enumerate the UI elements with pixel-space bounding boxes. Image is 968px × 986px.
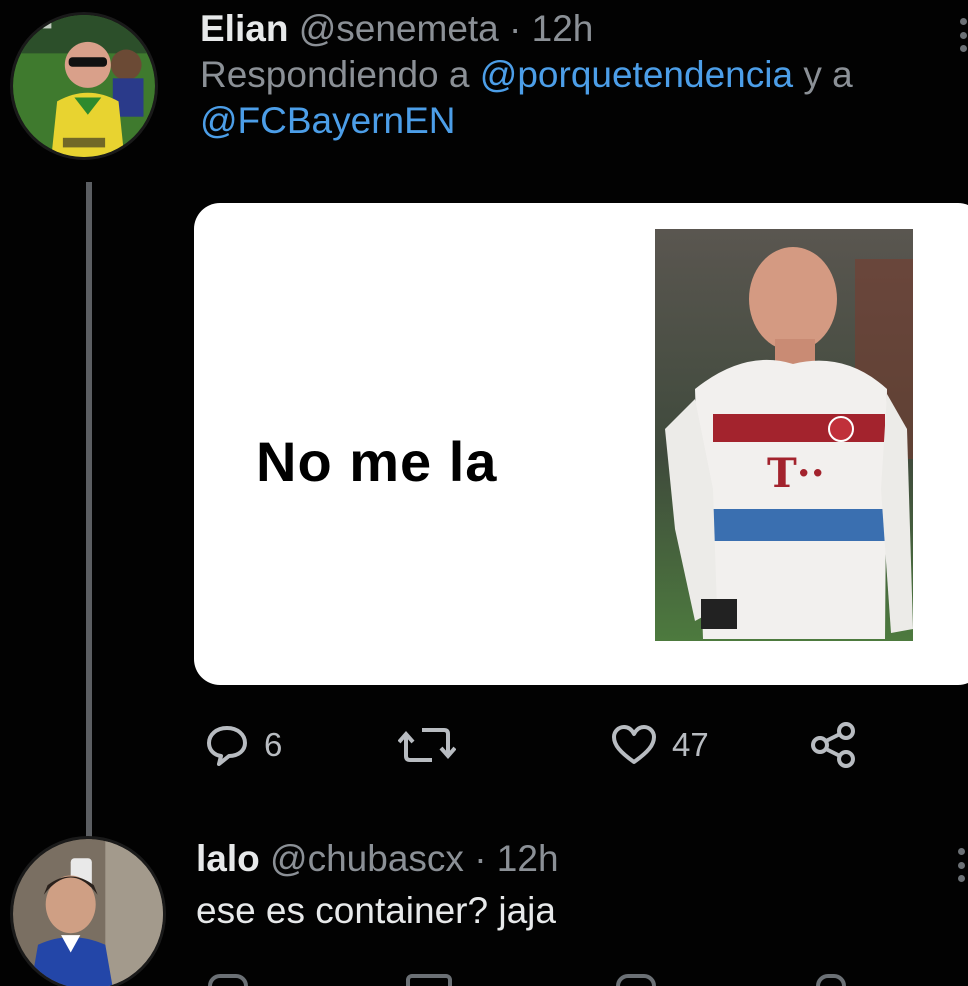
avatar-image bbox=[13, 839, 163, 986]
reply-tweet-text: ese es container? jaja bbox=[196, 890, 556, 931]
like-button[interactable]: 47 bbox=[610, 720, 709, 770]
like-icon bbox=[612, 725, 656, 764]
share-icon[interactable] bbox=[816, 974, 846, 986]
like-count: 47 bbox=[672, 726, 709, 763]
author-handle[interactable]: @chubascx bbox=[270, 838, 464, 879]
retweet-icon[interactable] bbox=[406, 974, 452, 986]
share-button[interactable] bbox=[810, 720, 858, 770]
jersey-mark: T·· bbox=[767, 450, 825, 497]
dot-separator: · bbox=[509, 8, 522, 49]
reply-connector: y a bbox=[803, 54, 853, 95]
author-avatar[interactable] bbox=[10, 12, 158, 160]
replying-to-line: Respondiendo a @porquetendencia y a bbox=[200, 52, 968, 98]
author-name[interactable]: Elian bbox=[200, 8, 288, 49]
dot-separator: · bbox=[474, 838, 487, 879]
timestamp[interactable]: 12h bbox=[497, 838, 559, 879]
timeline: Elian @senemeta · 12h Respondiendo a @po… bbox=[0, 0, 968, 986]
replying-prefix: Respondiendo a bbox=[200, 54, 470, 95]
reply-button[interactable]: 6 bbox=[204, 720, 282, 770]
author-line: lalo @chubascx · 12h bbox=[196, 836, 968, 882]
author-name[interactable]: lalo bbox=[196, 838, 260, 879]
reply-author-avatar[interactable] bbox=[10, 836, 166, 986]
retweet-icon bbox=[398, 728, 456, 762]
retweet-button[interactable] bbox=[398, 720, 470, 770]
player-photo: T·· bbox=[655, 229, 913, 641]
author-handle[interactable]: @senemeta bbox=[299, 8, 499, 49]
more-options-icon[interactable] bbox=[960, 18, 968, 52]
reply-icon[interactable] bbox=[208, 974, 248, 986]
author-line: Elian @senemeta · 12h bbox=[200, 6, 968, 52]
replying-to-line-2: @FCBayernEN bbox=[200, 98, 968, 144]
thread-line bbox=[86, 182, 92, 842]
reply-tweet-header: lalo @chubascx · 12h bbox=[196, 836, 968, 882]
reply-icon bbox=[207, 726, 247, 766]
avatar-image bbox=[13, 15, 155, 157]
share-icon bbox=[811, 722, 855, 768]
tweet-header: Elian @senemeta · 12h Respondiendo a @po… bbox=[200, 6, 968, 144]
more-options-icon[interactable] bbox=[958, 848, 966, 882]
timestamp[interactable]: 12h bbox=[532, 8, 594, 49]
media-caption: No me la bbox=[256, 430, 498, 493]
mention-link[interactable]: @FCBayernEN bbox=[200, 100, 456, 141]
reply-action-bar bbox=[196, 968, 968, 986]
like-icon[interactable] bbox=[616, 974, 656, 986]
mention-link[interactable]: @porquetendencia bbox=[480, 54, 793, 95]
tweet-media[interactable]: No me la T·· bbox=[194, 203, 968, 685]
reply-count: 6 bbox=[264, 726, 283, 763]
